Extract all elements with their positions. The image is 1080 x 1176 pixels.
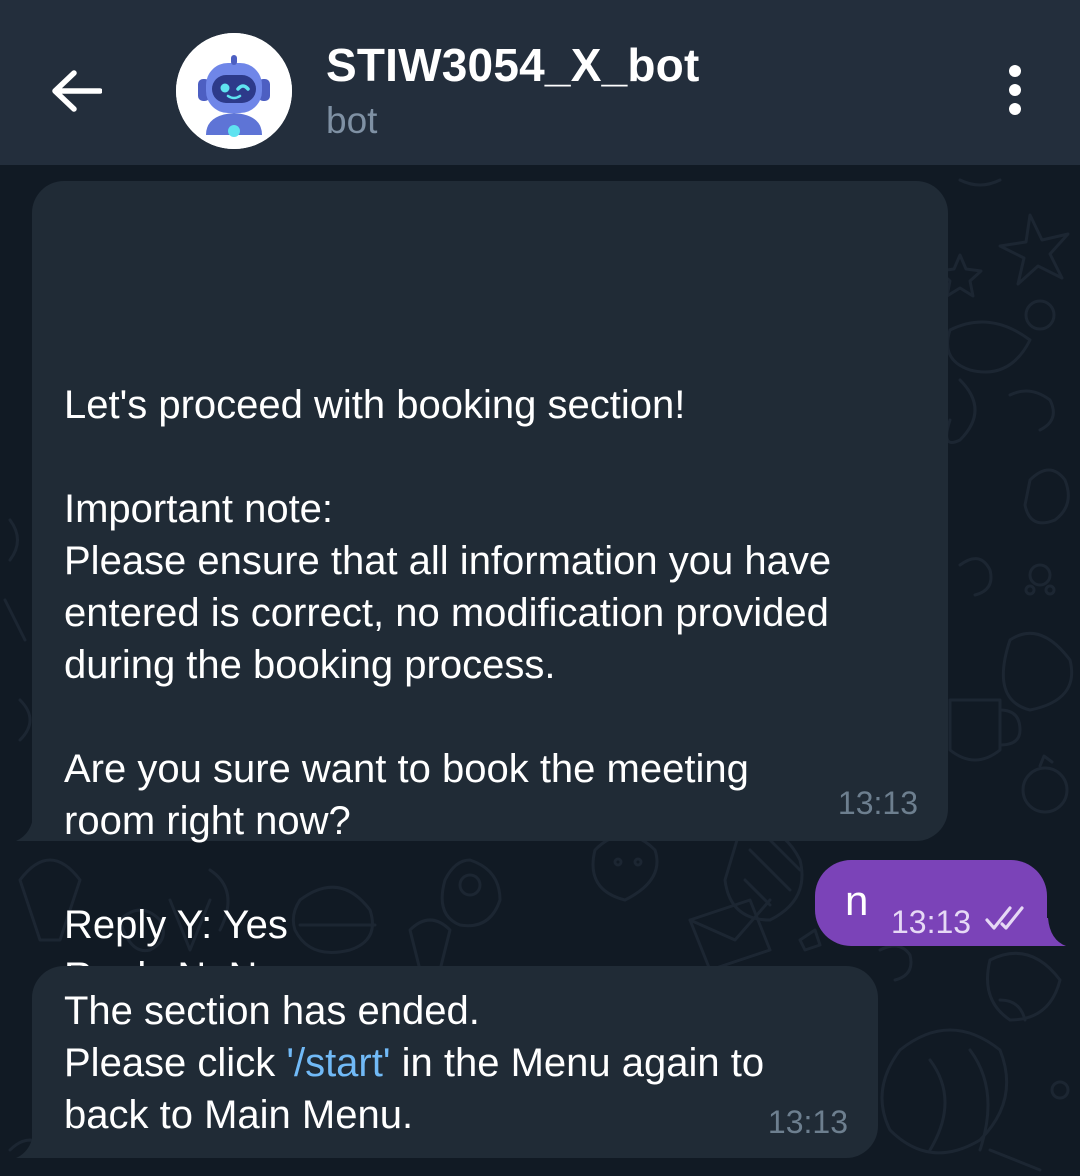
message-text-segment: in the Menu again to: [390, 1041, 765, 1085]
start-command-link[interactable]: '/start': [286, 1041, 390, 1085]
incoming-message[interactable]: Let's proceed with booking section! Impor…: [32, 181, 948, 999]
message-line: during the booking process.: [64, 643, 556, 687]
message-text-segment: Please click: [64, 1041, 287, 1085]
message-text: Let's proceed with booking section! Impor…: [64, 379, 934, 1003]
chat-subtitle: bot: [326, 100, 378, 141]
bubble-tail: [16, 1129, 44, 1158]
message-line: entered is correct, no modification prov…: [64, 591, 829, 635]
back-button[interactable]: [40, 55, 112, 127]
message-time: 13:13: [767, 1104, 848, 1140]
chat-screen: STIW3054_X_bot bot Let's proceed with bo…: [0, 0, 1080, 1176]
message-line: The section has ended.: [64, 989, 480, 1033]
message-line: room right now?: [64, 799, 351, 843]
message-line-empty: [64, 847, 934, 899]
bubble-tail: [16, 812, 44, 841]
message-line-empty: [64, 431, 934, 483]
chat-header: STIW3054_X_bot bot: [0, 0, 1080, 165]
message-line: back to Main Menu.: [64, 1093, 414, 1137]
message-text: n: [845, 877, 869, 924]
message-line: Are you sure want to book the meeting: [64, 747, 749, 791]
chat-title[interactable]: STIW3054_X_bot: [326, 38, 699, 92]
bubble-tail: [1038, 918, 1066, 946]
more-vertical-icon-dot: [1009, 103, 1021, 115]
message-line: Please click '/start' in the Menu again …: [64, 1037, 874, 1089]
message-line-empty: [64, 691, 934, 743]
message-time: 13:13: [837, 785, 918, 821]
more-vertical-icon-dot: [1009, 84, 1021, 96]
incoming-message[interactable]: The section has ended. Please click '/sta…: [32, 966, 878, 1158]
message-line: Let's proceed with booking section!: [64, 383, 686, 427]
more-vertical-icon: [1009, 65, 1021, 77]
message-time: 13:13: [891, 904, 972, 940]
bot-avatar[interactable]: [176, 33, 292, 149]
message-line: Important note:: [64, 487, 334, 531]
double-check-icon: [985, 906, 1024, 930]
more-menu-button[interactable]: [990, 60, 1040, 120]
message-line: Reply Y: Yes: [64, 903, 288, 947]
message-line: Please ensure that all information you h…: [64, 539, 832, 583]
message-text: The section has ended. Please click '/sta…: [64, 985, 874, 1141]
arrow-left-icon: [52, 70, 102, 112]
robot-avatar-icon: [176, 33, 292, 149]
